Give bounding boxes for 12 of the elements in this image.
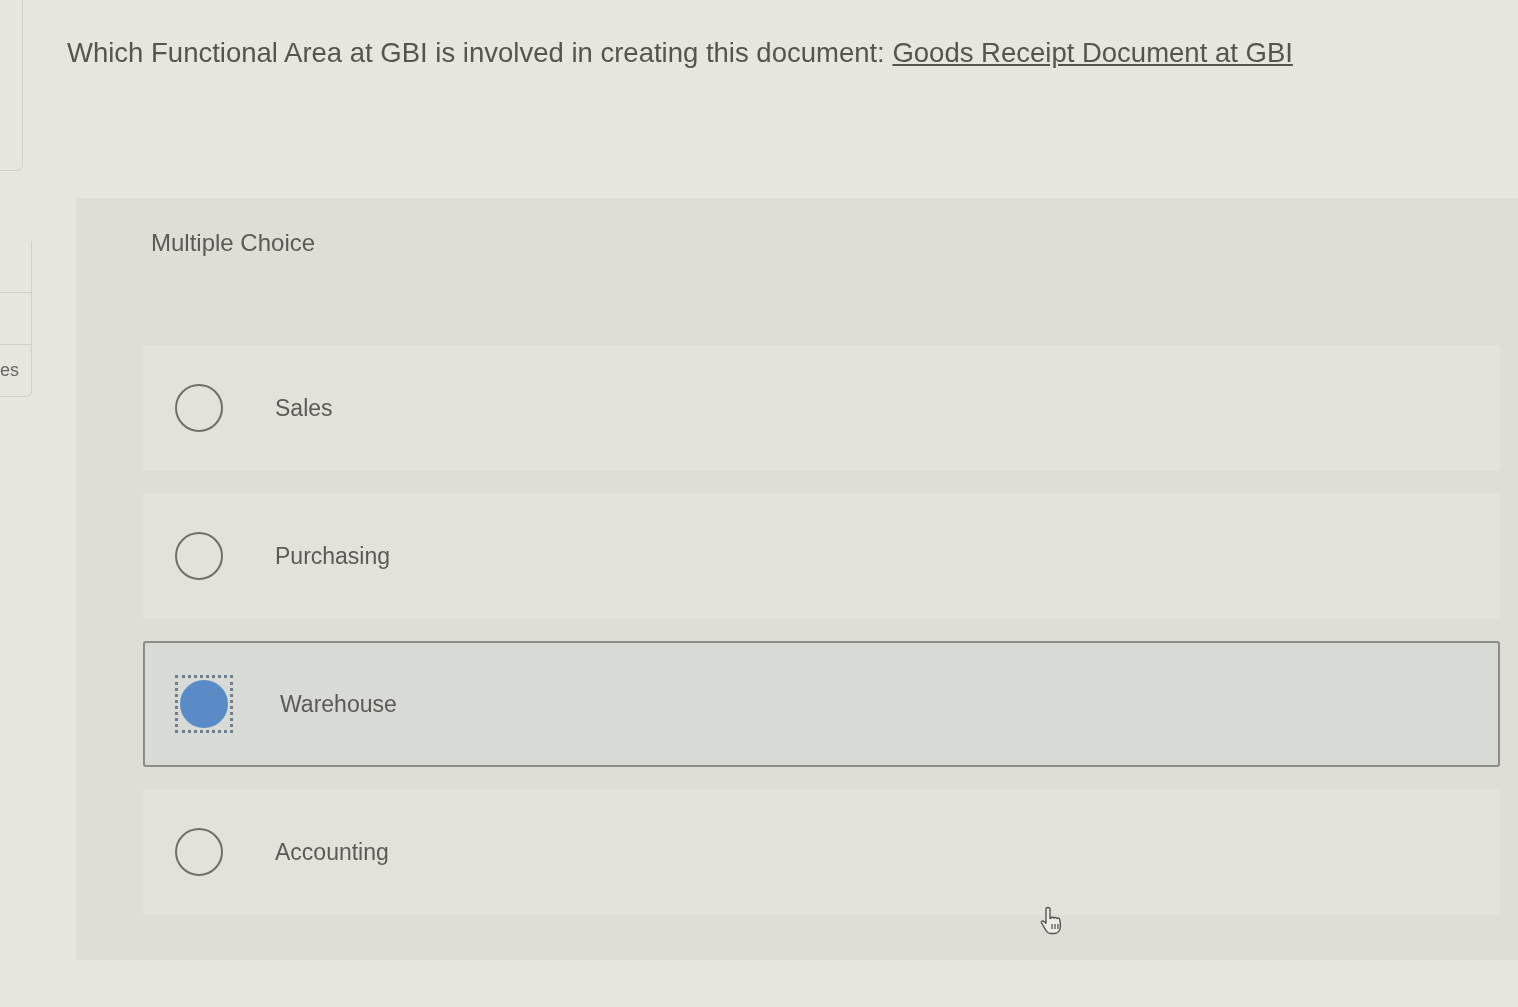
question-text: Which Functional Area at GBI is involved in creating this document: Goods Receipt Document at GBI [67, 36, 1293, 70]
radio-button[interactable] [175, 384, 223, 432]
answer-option[interactable]: Accounting [143, 789, 1500, 915]
answer-option[interactable]: Warehouse [143, 641, 1500, 767]
answer-option[interactable]: Purchasing [143, 493, 1500, 619]
document-link[interactable]: Goods Receipt Document at GBI [892, 37, 1293, 68]
answer-option[interactable]: Sales [143, 345, 1500, 471]
radio-button[interactable] [175, 675, 233, 733]
radio-button[interactable] [175, 828, 223, 876]
radio-button[interactable] [175, 532, 223, 580]
question-type-label: Multiple Choice [151, 228, 316, 258]
side-tab[interactable]: es [0, 345, 32, 397]
